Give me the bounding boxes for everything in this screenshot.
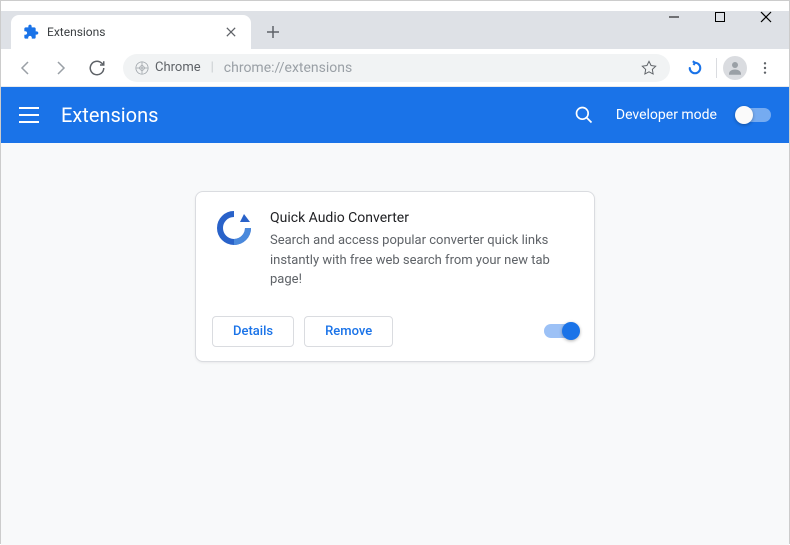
extension-description: Search and access popular converter quic… [270, 231, 574, 290]
page-title: Extensions [61, 103, 550, 127]
card-body: Quick Audio Converter Search and access … [196, 192, 594, 306]
hamburger-menu-icon[interactable] [19, 107, 39, 123]
extension-card: Quick Audio Converter Search and access … [195, 191, 595, 362]
tab-title: Extensions [47, 25, 215, 39]
bookmark-star-icon[interactable] [640, 59, 658, 77]
page-content: Quick Audio Converter Search and access … [1, 143, 789, 545]
nav-bar: Chrome | chrome://extensions [1, 49, 789, 87]
search-icon[interactable] [572, 103, 596, 127]
minimize-button[interactable] [651, 1, 697, 33]
chip-divider: | [211, 60, 214, 75]
dev-mode-label: Developer mode [616, 107, 717, 123]
extension-logo-icon [216, 210, 252, 246]
extension-name: Quick Audio Converter [270, 210, 574, 226]
remove-button[interactable]: Remove [304, 316, 393, 347]
profile-avatar[interactable] [723, 56, 747, 80]
divider [716, 58, 717, 78]
window-controls [651, 1, 789, 33]
reload-button[interactable] [81, 52, 113, 84]
enable-extension-toggle[interactable] [544, 324, 578, 338]
header-actions: Developer mode [572, 103, 771, 127]
dev-mode-toggle[interactable] [737, 108, 771, 122]
url-text: chrome://extensions [224, 60, 630, 76]
browser-tab[interactable]: Extensions [11, 15, 251, 49]
security-chip-label: Chrome [155, 60, 201, 75]
card-footer: Details Remove [196, 306, 594, 361]
maximize-button[interactable] [697, 1, 743, 33]
toolbar-right [680, 52, 781, 84]
close-tab-icon[interactable] [223, 24, 239, 40]
security-chip[interactable]: Chrome | [135, 60, 214, 75]
details-button[interactable]: Details [212, 316, 294, 347]
forward-button[interactable] [45, 52, 77, 84]
address-bar[interactable]: Chrome | chrome://extensions [123, 54, 670, 82]
puzzle-icon [23, 24, 39, 40]
new-tab-button[interactable] [259, 18, 287, 46]
page-header: Extensions Developer mode [1, 87, 789, 143]
extension-shortcut-icon[interactable] [684, 57, 706, 79]
card-text: Quick Audio Converter Search and access … [270, 210, 574, 290]
close-window-button[interactable] [743, 1, 789, 33]
back-button[interactable] [9, 52, 41, 84]
menu-button[interactable] [749, 52, 781, 84]
